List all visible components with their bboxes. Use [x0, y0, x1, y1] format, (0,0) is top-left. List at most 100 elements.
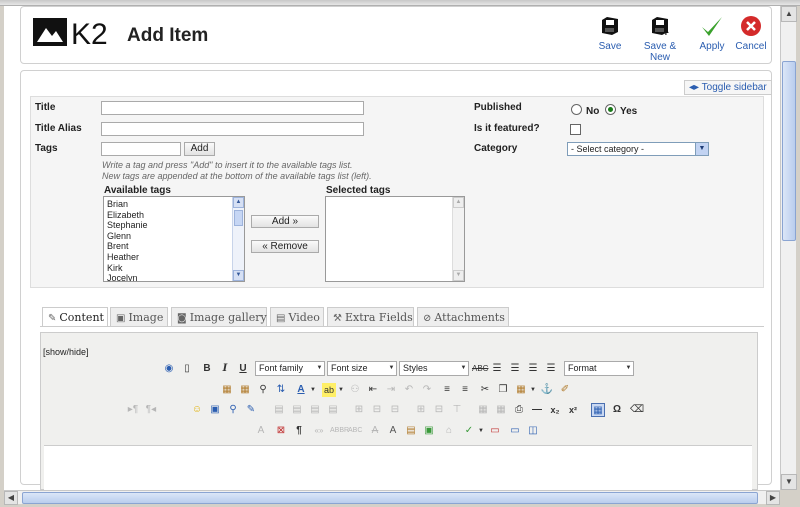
tab-video[interactable]: ▤ Video: [270, 307, 324, 326]
cell-props-icon[interactable]: ⊟: [388, 403, 402, 417]
media-icon[interactable]: ▣: [208, 403, 222, 417]
add-tag-input-button[interactable]: Add: [184, 142, 215, 156]
list-item[interactable]: Heather: [104, 252, 244, 263]
fullscreen-icon[interactable]: ▦: [591, 403, 605, 417]
delete-row-icon[interactable]: ⊟: [432, 403, 446, 417]
html-source-icon[interactable]: ▭: [508, 424, 522, 438]
available-tags-list[interactable]: Brian Elizabeth Stephanie Glenn Brent He…: [103, 196, 245, 282]
insert-layer-icon[interactable]: ▤: [272, 403, 286, 417]
cancel-button[interactable]: Cancel: [735, 15, 767, 52]
numbered-list-icon[interactable]: ≡: [440, 383, 454, 397]
insert-time-icon[interactable]: ▦: [494, 403, 508, 417]
scroll-left-icon[interactable]: ◀: [4, 491, 18, 505]
styleprops-icon[interactable]: A: [254, 424, 268, 438]
insert-text-icon[interactable]: A: [386, 424, 400, 438]
category-select[interactable]: - Select category - ▼: [567, 142, 709, 156]
blocks-icon[interactable]: ◫: [526, 424, 540, 438]
redo-icon[interactable]: ↷: [420, 383, 434, 397]
spellcheck-dropdown-icon[interactable]: ▼: [474, 424, 488, 438]
edit-image-icon[interactable]: ✎: [244, 403, 258, 417]
preview-icon[interactable]: ⚲: [226, 403, 240, 417]
subscript-icon[interactable]: x₂: [548, 403, 562, 417]
align-center-icon[interactable]: ☰: [508, 362, 522, 376]
scroll-up-icon[interactable]: ▲: [233, 197, 244, 208]
eraser-icon[interactable]: ⌫: [630, 403, 644, 417]
paste-text-icon[interactable]: ▦: [220, 383, 234, 397]
italic-icon[interactable]: I: [218, 362, 232, 376]
title-alias-input[interactable]: [101, 122, 364, 136]
list-item[interactable]: Brian: [104, 199, 244, 210]
tab-attachments[interactable]: ⊘ Attachments: [417, 307, 509, 326]
list-item[interactable]: Glenn: [104, 231, 244, 242]
abbr-icon[interactable]: ABBR: [330, 424, 349, 438]
row-props-icon[interactable]: ⊟: [370, 403, 384, 417]
styles-select[interactable]: Styles ▼: [399, 361, 469, 376]
ltr-icon[interactable]: ▸¶: [126, 403, 140, 417]
replace-icon[interactable]: ⇅: [274, 383, 288, 397]
text-color-dropdown-icon[interactable]: ▼: [306, 383, 320, 397]
show-hide-link[interactable]: [show/hide]: [43, 347, 89, 357]
list-item[interactable]: Stephanie: [104, 220, 244, 231]
page-horizontal-scrollbar[interactable]: ◀ ▶: [4, 490, 780, 505]
scroll-thumb[interactable]: [782, 61, 796, 241]
underline-icon[interactable]: U: [236, 362, 250, 376]
remove-link-icon[interactable]: ⚇: [348, 383, 362, 397]
list-item[interactable]: Kirk: [104, 263, 244, 274]
tags-input[interactable]: [101, 142, 181, 156]
page-vertical-scrollbar[interactable]: ▲ ▼: [780, 6, 797, 490]
special-char-icon[interactable]: Ω: [610, 403, 624, 417]
paste-word-icon[interactable]: ▦: [238, 383, 252, 397]
table-icon[interactable]: ⊞: [352, 403, 366, 417]
new-document-icon[interactable]: ▯: [180, 362, 194, 376]
indent-icon[interactable]: ⇥: [384, 383, 398, 397]
add-to-selected-button[interactable]: Add »: [251, 215, 319, 228]
scroll-down-icon[interactable]: ▼: [453, 270, 464, 281]
align-left-icon[interactable]: ☰: [490, 362, 504, 376]
list-item[interactable]: Elizabeth: [104, 210, 244, 221]
scroll-right-icon[interactable]: ▶: [766, 491, 780, 505]
help-icon[interactable]: ◉: [162, 362, 176, 376]
page-break-icon[interactable]: ▭: [488, 424, 502, 438]
superscript-icon[interactable]: x²: [566, 403, 580, 417]
list-item[interactable]: Brent: [104, 241, 244, 252]
tab-image[interactable]: ▣ Image: [110, 307, 168, 326]
move-forward-icon[interactable]: ▤: [290, 403, 304, 417]
list-item[interactable]: Jocelyn: [104, 273, 244, 281]
remove-from-selected-button[interactable]: « Remove: [251, 240, 319, 253]
font-size-select[interactable]: Font size ▼: [327, 361, 397, 376]
move-backward-icon[interactable]: ▤: [308, 403, 322, 417]
insert-row-icon[interactable]: ⊞: [414, 403, 428, 417]
scroll-thumb[interactable]: [234, 210, 243, 226]
absolute-icon[interactable]: ▤: [326, 403, 340, 417]
align-justify-icon[interactable]: ☰: [544, 362, 558, 376]
split-cells-icon[interactable]: ⊤: [450, 403, 464, 417]
strikethrough-icon[interactable]: ABC: [472, 362, 488, 376]
copy-icon[interactable]: ❐: [496, 383, 510, 397]
template-icon[interactable]: ▣: [422, 424, 436, 438]
remove-format-icon[interactable]: ⊠: [274, 424, 288, 438]
delete-text-icon[interactable]: A: [368, 424, 382, 438]
paste-dropdown-icon[interactable]: ▼: [526, 383, 540, 397]
featured-checkbox[interactable]: [570, 124, 581, 135]
paragraph-icon[interactable]: ¶: [292, 424, 306, 438]
font-family-select[interactable]: Font family ▼: [255, 361, 325, 376]
horizontal-rule-icon[interactable]: —: [530, 403, 544, 417]
find-icon[interactable]: ⚲: [256, 383, 270, 397]
print-icon[interactable]: ⎙: [512, 403, 526, 417]
tab-extra-fields[interactable]: ⚒ Extra Fields: [327, 307, 414, 326]
scroll-up-icon[interactable]: ▲: [781, 6, 797, 22]
save-button[interactable]: Save: [597, 15, 623, 52]
editor-text-area[interactable]: [44, 445, 752, 495]
cleanup-icon[interactable]: ✐: [558, 383, 572, 397]
selected-tags-list[interactable]: ▲ ▼: [325, 196, 465, 282]
insert-date-icon[interactable]: ▦: [476, 403, 490, 417]
toggle-sidebar-button[interactable]: ◂▸ Toggle sidebar: [684, 80, 772, 95]
emoticon-icon[interactable]: ☺: [190, 403, 204, 417]
highlight-dropdown-icon[interactable]: ▼: [334, 383, 348, 397]
cut-icon[interactable]: ✂: [478, 383, 492, 397]
scroll-thumb[interactable]: [22, 492, 758, 504]
available-tags-scrollbar[interactable]: ▲ ▼: [232, 197, 244, 281]
format-select[interactable]: Format ▼: [564, 361, 634, 376]
undo-icon[interactable]: ↶: [402, 383, 416, 397]
save-new-button[interactable]: + Save & New: [633, 15, 687, 63]
